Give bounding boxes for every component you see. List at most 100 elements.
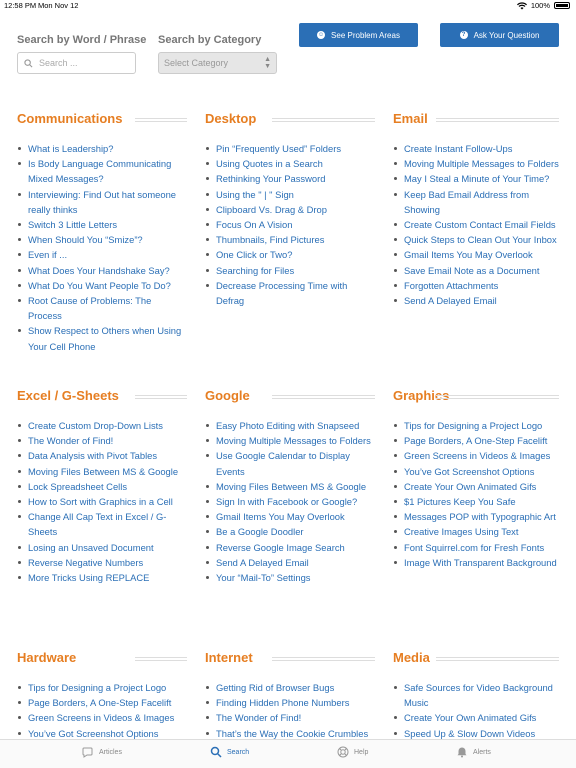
section-divider <box>135 395 187 399</box>
article-link[interactable]: $1 Pictures Keep You Safe <box>393 494 559 509</box>
article-link[interactable]: Easy Photo Editing with Snapseed <box>205 418 375 433</box>
search-label: Search by Word / Phrase <box>17 34 147 46</box>
article-link[interactable]: What is Leadership? <box>17 141 187 156</box>
article-link[interactable]: Sign In with Facebook or Google? <box>205 494 375 509</box>
article-link[interactable]: The Wonder of Find! <box>17 433 187 448</box>
search-icon <box>24 58 33 67</box>
battery-percent: 100% <box>530 1 550 10</box>
article-list: Easy Photo Editing with Snapseed Moving M… <box>205 418 375 585</box>
article-link[interactable]: Send A Delayed Email <box>205 555 375 570</box>
article-link[interactable]: Interviewing: Find Out hat someone reall… <box>17 187 187 217</box>
article-link[interactable]: Safe Sources for Video Background Music <box>393 680 559 710</box>
article-link[interactable]: Create Your Own Animated Gifs <box>393 479 559 494</box>
article-link[interactable]: Reverse Google Image Search <box>205 540 375 555</box>
article-link[interactable]: Use Google Calendar to Display Events <box>205 448 375 478</box>
article-link[interactable]: Losing an Unsaved Document <box>17 540 187 555</box>
article-link[interactable]: Forgotten Attachments <box>393 278 559 293</box>
article-list: Tips for Designing a Project Logo Page Bo… <box>393 418 559 570</box>
section-divider <box>436 395 559 399</box>
tab-help[interactable]: Help <box>337 746 368 758</box>
article-link[interactable]: Creative Images Using Text <box>393 524 559 539</box>
article-link[interactable]: How to Sort with Graphics in a Cell <box>17 494 187 509</box>
article-link[interactable]: Image With Transparent Background <box>393 555 559 570</box>
article-link[interactable]: Moving Files Between MS & Google <box>205 479 375 494</box>
battery-icon <box>554 2 570 9</box>
wifi-icon <box>516 1 527 9</box>
article-link[interactable]: Send A Delayed Email <box>393 293 559 308</box>
category-label: Search by Category <box>158 34 262 46</box>
category-select[interactable]: Select Category ▲ ▼ <box>158 52 277 74</box>
article-link[interactable]: Reverse Negative Numbers <box>17 555 187 570</box>
article-link[interactable]: Switch 3 Little Letters <box>17 217 187 232</box>
tab-alerts[interactable]: Alerts <box>456 746 491 758</box>
see-problem-areas-button[interactable]: ☺ See Problem Areas <box>299 23 418 47</box>
article-link[interactable]: Using Quotes in a Search <box>205 156 375 171</box>
article-link[interactable]: Gmail Items You May Overlook <box>205 509 375 524</box>
article-link[interactable]: You’ve Got Screenshot Options <box>393 464 559 479</box>
article-link[interactable]: Change All Cap Text in Excel / G-Sheets <box>17 509 187 539</box>
article-link[interactable]: Create Your Own Animated Gifs <box>393 710 559 725</box>
article-link[interactable]: Show Respect to Others when Using Your C… <box>17 323 187 353</box>
article-link[interactable]: Quick Steps to Clean Out Your Inbox <box>393 232 559 247</box>
section-divider <box>436 657 559 661</box>
ask-question-button[interactable]: ? Ask Your Question <box>440 23 559 47</box>
search-input-box[interactable] <box>17 52 136 74</box>
article-link[interactable]: More Tricks Using REPLACE <box>17 570 187 585</box>
article-link[interactable]: Page Borders, A One-Step Facelift <box>17 695 187 710</box>
article-link[interactable]: Root Cause of Problems: The Process <box>17 293 187 323</box>
article-link[interactable]: Even if ... <box>17 247 187 262</box>
search-input[interactable] <box>39 58 119 68</box>
article-link[interactable]: Lock Spreadsheet Cells <box>17 479 187 494</box>
article-link[interactable]: Create Instant Follow-Ups <box>393 141 559 156</box>
article-link[interactable]: When Should You “Smize”? <box>17 232 187 247</box>
article-link[interactable]: Be a Google Doodler <box>205 524 375 539</box>
article-list: Tips for Designing a Project Logo Page Bo… <box>17 680 187 741</box>
article-link[interactable]: Green Screens in Videos & Images <box>393 448 559 463</box>
status-time: 12:58 PM <box>4 1 37 10</box>
article-link[interactable]: Green Screens in Videos & Images <box>17 710 187 725</box>
smiley-icon: ☺ <box>317 31 326 39</box>
article-link[interactable]: Thumbnails, Find Pictures <box>205 232 375 247</box>
article-link[interactable]: Moving Multiple Messages to Folders <box>393 156 559 171</box>
see-problem-areas-label: See Problem Areas <box>331 30 400 40</box>
status-bar: 12:58 PM Mon Nov 12 100% <box>0 0 576 12</box>
article-link[interactable]: Page Borders, A One-Step Facelift <box>393 433 559 448</box>
article-link[interactable]: Data Analysis with Pivot Tables <box>17 448 187 463</box>
article-link[interactable]: Focus On A Vision <box>205 217 375 232</box>
article-link[interactable]: Keep Bad Email Address from Showing <box>393 187 559 217</box>
article-link[interactable]: May I Steal a Minute of Your Time? <box>393 171 559 186</box>
section-media: Media Safe Sources for Video Background M… <box>393 650 559 741</box>
article-link[interactable]: What Does Your Handshake Say? <box>17 263 187 278</box>
article-link[interactable]: Messages POP with Typographic Art <box>393 509 559 524</box>
section-graphics: Graphics Tips for Designing a Project Log… <box>393 388 559 570</box>
tab-articles[interactable]: Articles <box>82 746 122 758</box>
article-link[interactable]: Gmail Items You May Overlook <box>393 247 559 262</box>
status-date: Mon Nov 12 <box>38 1 79 10</box>
article-link[interactable]: Font Squirrel.com for Fresh Fonts <box>393 540 559 555</box>
search-panel: Search by Word / Phrase Search by Catego… <box>0 12 576 84</box>
tab-articles-label: Articles <box>99 748 122 756</box>
article-link[interactable]: Clipboard Vs. Drag & Drop <box>205 202 375 217</box>
article-link[interactable]: Using the " | " Sign <box>205 187 375 202</box>
search-icon <box>210 746 222 758</box>
article-link[interactable]: Create Custom Contact Email Fields <box>393 217 559 232</box>
article-link[interactable]: Moving Multiple Messages to Folders <box>205 433 375 448</box>
article-link[interactable]: One Click or Two? <box>205 247 375 262</box>
article-link[interactable]: Is Body Language Communicating Mixed Mes… <box>17 156 187 186</box>
article-link[interactable]: Searching for Files <box>205 263 375 278</box>
article-link[interactable]: Create Custom Drop-Down Lists <box>17 418 187 433</box>
article-link[interactable]: Decrease Processing Time with Defrag <box>205 278 375 308</box>
article-link[interactable]: Getting Rid of Browser Bugs <box>205 680 375 695</box>
article-link[interactable]: Pin “Frequently Used” Folders <box>205 141 375 156</box>
tab-search[interactable]: Search <box>210 746 249 758</box>
article-link[interactable]: Your “Mail-To” Settings <box>205 570 375 585</box>
article-link[interactable]: Tips for Designing a Project Logo <box>17 680 187 695</box>
article-link[interactable]: The Wonder of Find! <box>205 710 375 725</box>
article-link[interactable]: Moving Files Between MS & Google <box>17 464 187 479</box>
article-link[interactable]: Tips for Designing a Project Logo <box>393 418 559 433</box>
question-icon: ? <box>459 31 468 39</box>
article-link[interactable]: Save Email Note as a Document <box>393 263 559 278</box>
article-link[interactable]: Finding Hidden Phone Numbers <box>205 695 375 710</box>
article-link[interactable]: What Do You Want People To Do? <box>17 278 187 293</box>
article-link[interactable]: Rethinking Your Password <box>205 171 375 186</box>
